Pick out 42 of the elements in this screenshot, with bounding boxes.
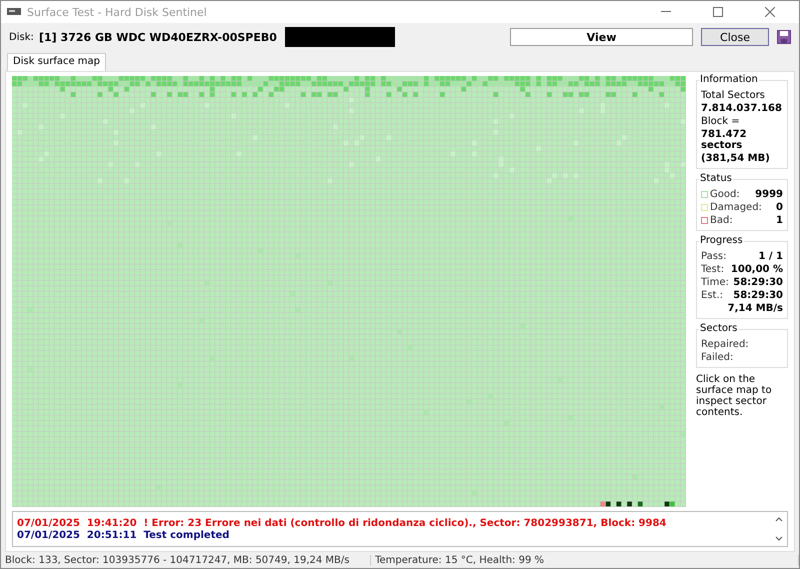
- status-value: 1: [776, 215, 783, 226]
- status-text: Block: 133, Sector: 103935776 - 104717247, MB: 50749, 19,24 MB/s: [1, 554, 372, 566]
- group-title: Sectors: [699, 323, 738, 334]
- progress-label: Test:: [701, 264, 724, 275]
- status-label: Damaged:: [701, 202, 762, 213]
- speed-value: 7,14 MB/s: [728, 303, 783, 314]
- sectors-label: Repaired:: [701, 339, 750, 350]
- progress-value: 100,00 %: [730, 264, 783, 275]
- tab[interactable]: Disk surface map: [7, 53, 106, 71]
- group-title: Information: [699, 74, 759, 85]
- maximize-icon[interactable]: [713, 7, 723, 17]
- status-text: Temperature: 15 °C, Health: 99 %: [371, 554, 799, 566]
- progress-label: Time:: [701, 277, 729, 288]
- minimize-icon[interactable]: [661, 11, 671, 13]
- progress-label: Pass:: [701, 251, 726, 262]
- progress-value: 1 / 1: [758, 251, 783, 262]
- progress-value: 58:29:30: [733, 290, 783, 301]
- scrollbar-icon[interactable]: [775, 516, 783, 542]
- close-icon[interactable]: [765, 7, 775, 17]
- log-entry: 07/01/2025 20:51:11 Test completed: [17, 530, 230, 540]
- status-value: 0: [776, 202, 783, 213]
- block-size-value: (381,54 MB): [701, 153, 771, 164]
- group-title: Progress: [699, 235, 744, 246]
- group-title: Status: [699, 173, 733, 184]
- total-sectors-label: Total Sectors: [701, 90, 766, 101]
- disk-label: Disk:: [9, 32, 31, 42]
- save-icon[interactable]: [777, 30, 791, 44]
- log-entry: 07/01/2025 19:41:20 ! Error: 23 Errore nei dati (controllo di ridondanza ciclico)., Sector: 7802993871, Block: 9984: [17, 518, 668, 528]
- block-sectors-value: 781.472 sectors: [701, 129, 748, 151]
- window-title: Surface Test - Hard Disk Sentinel: [27, 6, 208, 18]
- status-value: 9999: [755, 189, 783, 200]
- close-dialog-button[interactable]: Close: [701, 28, 769, 46]
- sectors-label: Failed:: [701, 352, 734, 363]
- status-label: Bad:: [701, 215, 733, 226]
- hint-text: Click on the surface map to inspect sector contents.: [696, 374, 773, 418]
- block-label: Block =: [701, 116, 741, 127]
- disk-name: [1] 3726 GB WDC WD40EZRX-00SPEB0: [39, 30, 277, 44]
- progress-label: Est.:: [701, 290, 723, 301]
- total-sectors-value: 7.814.037.168: [701, 103, 783, 114]
- status-label: Good:: [701, 189, 740, 200]
- progress-value: 58:29:30: [733, 277, 783, 288]
- view-button[interactable]: View: [510, 28, 693, 46]
